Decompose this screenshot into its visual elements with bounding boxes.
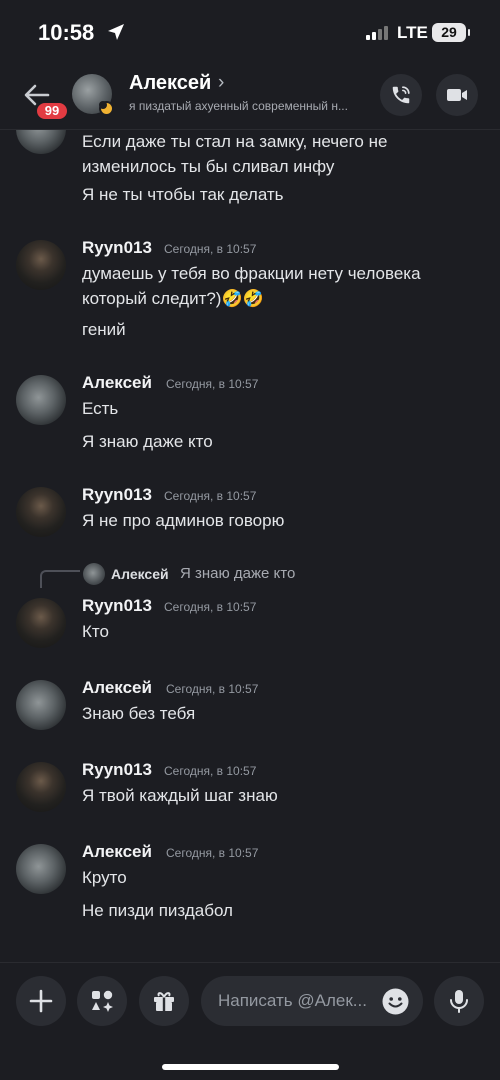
avatar[interactable] <box>16 680 66 730</box>
reply-author[interactable]: Алексей <box>111 566 169 582</box>
avatar[interactable] <box>16 375 66 425</box>
message-author[interactable]: Ryyn013 <box>82 485 152 505</box>
chevron-right-icon[interactable]: › <box>218 72 224 94</box>
avatar[interactable] <box>16 240 66 290</box>
video-camera-icon <box>447 89 467 101</box>
moon-icon <box>99 101 114 116</box>
gift-icon <box>154 992 174 1011</box>
message-text: Не пизди пиздабол <box>82 901 233 920</box>
message-text: гений <box>82 320 126 339</box>
message-text: Если даже ты стал на замку, нечего не из… <box>82 132 388 176</box>
contact-name[interactable]: Алексей <box>129 72 211 95</box>
network-type: LTE <box>397 23 428 42</box>
message-text: Я знаю даже кто <box>82 432 213 451</box>
apps-button[interactable] <box>77 976 127 1026</box>
message-composer <box>0 962 500 1080</box>
message-timestamp: Сегодня, в 10:57 <box>166 682 259 696</box>
phone-call-icon <box>392 86 410 104</box>
message-text: Я не ты чтобы так делать <box>82 185 284 204</box>
message-text: Я не про админов говорю <box>82 511 285 530</box>
message-text: Кто <box>82 622 109 641</box>
avatar[interactable] <box>16 487 66 537</box>
avatar[interactable] <box>16 598 66 648</box>
message-input[interactable] <box>218 976 383 1026</box>
emoji-icon[interactable] <box>382 988 409 1015</box>
avatar <box>83 563 105 585</box>
battery-icon: 29 <box>432 23 470 42</box>
message-text: думаешь у тебя во фракции нету человека … <box>82 264 421 308</box>
location-arrow-icon <box>108 24 124 40</box>
voice-message-button[interactable] <box>434 976 484 1026</box>
message-text: Знаю без тебя <box>82 704 196 723</box>
voice-call-button[interactable] <box>380 74 422 116</box>
message-text: Есть <box>82 399 119 418</box>
message-author[interactable]: Алексей <box>82 373 152 393</box>
chat-header: 99 Алексей › я пиздатый ахуенный совреме… <box>0 62 500 130</box>
message-timestamp: Сегодня, в 10:57 <box>166 846 259 860</box>
message-author[interactable]: Ryyn013 <box>82 238 152 258</box>
video-call-button[interactable] <box>436 74 478 116</box>
status-bar: 10:58 LTE 29 <box>0 0 500 62</box>
unread-badge: 99 <box>34 100 70 122</box>
message-timestamp: Сегодня, в 10:57 <box>164 242 257 256</box>
message-author[interactable]: Ryyn013 <box>82 596 152 616</box>
message-text: Я твой каждый шаг знаю <box>82 786 278 805</box>
avatar[interactable] <box>16 844 66 894</box>
message-author[interactable]: Алексей <box>82 678 152 698</box>
signal-icon <box>366 26 388 40</box>
contact-status: я пиздатый ахуенный современный н... <box>129 99 348 113</box>
message-list[interactable]: Если даже ты стал на замку, нечего не из… <box>0 130 500 962</box>
plus-icon <box>29 989 53 1013</box>
message-text: Круто <box>82 868 127 887</box>
attach-button[interactable] <box>16 976 66 1026</box>
gift-button[interactable] <box>139 976 189 1026</box>
message-timestamp: Сегодня, в 10:57 <box>164 600 257 614</box>
message-input-container[interactable] <box>201 976 423 1026</box>
message-timestamp: Сегодня, в 10:57 <box>166 377 259 391</box>
message-timestamp: Сегодня, в 10:57 <box>164 489 257 503</box>
apps-icon <box>92 990 113 1012</box>
microphone-icon <box>450 990 468 1013</box>
reply-connector <box>40 570 80 588</box>
message-author[interactable]: Алексей <box>82 842 152 862</box>
avatar[interactable] <box>16 762 66 812</box>
reply-text[interactable]: Я знаю даже кто <box>180 565 295 582</box>
message-timestamp: Сегодня, в 10:57 <box>164 764 257 778</box>
status-time: 10:58 <box>38 20 95 45</box>
message-author[interactable]: Ryyn013 <box>82 760 152 780</box>
home-indicator[interactable] <box>162 1064 339 1070</box>
avatar[interactable] <box>16 130 66 154</box>
